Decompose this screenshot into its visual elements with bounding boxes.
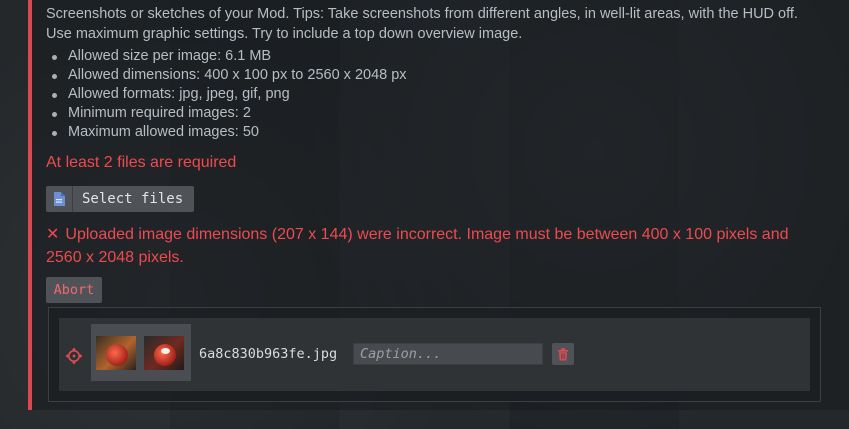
select-files-label: Select files [82,191,184,207]
uploaded-filename: 6a8c830b963fe.jpg [199,346,338,362]
required-files-message: At least 2 files are required [46,154,237,171]
move-icon-svg [65,347,83,365]
file-icon [46,186,73,212]
uploaded-files-box: 6a8c830b963fe.jpg [48,307,821,402]
rule-item: Allowed dimensions: 400 x 100 px to 2560… [46,66,826,85]
thumbnail-image [144,336,184,370]
rule-item: Maximum allowed images: 50 [46,123,826,142]
close-icon: ✕ [46,226,60,243]
error-accent-bar [28,0,32,410]
rule-item: Allowed formats: jpg, jpeg, gif, png [46,85,826,104]
image-thumbnails[interactable] [91,324,191,381]
caption-input[interactable] [353,343,543,365]
thumbnail-detail [161,348,170,354]
move-icon[interactable] [65,347,83,365]
upload-error-text: Uploaded image dimensions (207 x 144) we… [46,226,789,266]
upload-error-message: ✕ Uploaded image dimensions (207 x 144) w… [46,223,806,269]
abort-button[interactable]: Abort [46,277,102,303]
upload-description: Screenshots or sketches of your Mod. Tip… [46,6,798,42]
rule-item: Allowed size per image: 6.1 MB [46,47,826,66]
thumbnail-subject [106,344,128,366]
select-files-button[interactable]: Select files [46,186,194,212]
thumbnail-image [96,336,136,370]
delete-file-button[interactable] [552,343,574,365]
rule-item: Minimum required images: 2 [46,104,826,123]
upload-rules-list: Allowed size per image: 6.1 MB Allowed d… [46,47,826,142]
upload-section: Screenshots or sketches of your Mod. Tip… [46,4,826,303]
file-icon-svg [54,192,65,206]
trash-icon [558,347,568,360]
uploaded-file-row: 6a8c830b963fe.jpg [59,318,810,391]
